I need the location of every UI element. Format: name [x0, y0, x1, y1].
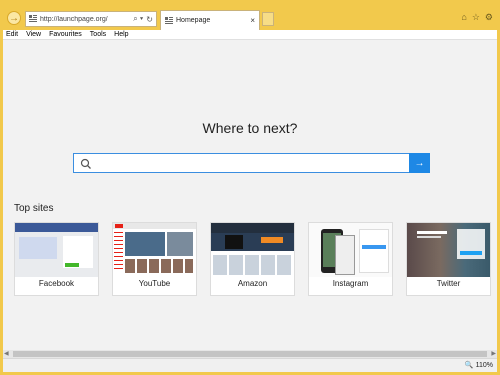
search-box[interactable]: →	[73, 153, 430, 173]
youtube-thumbnail	[113, 223, 196, 277]
search-input[interactable]	[96, 156, 410, 172]
new-tab-button[interactable]	[262, 12, 274, 26]
top-sites-list: Facebook YouTube Amazon Instagram Twitte…	[14, 222, 494, 297]
tab-title: Homepage	[176, 17, 211, 24]
tab-homepage[interactable]: Homepage ×	[160, 10, 260, 30]
scrollbar-thumb[interactable]	[13, 351, 487, 357]
menu-item-favourites[interactable]: Favourites	[49, 31, 82, 38]
toolbar-icons: ⌂ ☆ ⚙	[461, 12, 493, 23]
search-icon	[80, 157, 92, 169]
forward-arrow-icon: →	[9, 12, 19, 24]
facebook-thumbnail	[15, 223, 98, 277]
menu-item-edit[interactable]: Edit	[6, 31, 18, 38]
tile-label: Instagram	[332, 279, 369, 288]
page-heading: Where to next?	[202, 120, 298, 136]
top-site-tile-facebook[interactable]: Facebook	[14, 222, 99, 296]
forward-button[interactable]: →	[7, 11, 21, 25]
refresh-icon[interactable]: ↻	[146, 15, 153, 24]
top-site-tile-youtube[interactable]: YouTube	[112, 222, 197, 296]
address-bar[interactable]: http://launchpage.org/ ⌕ ▾ ↻	[25, 11, 157, 27]
settings-gear-icon[interactable]: ⚙	[485, 12, 493, 23]
page-icon	[29, 15, 37, 23]
twitter-thumbnail	[407, 223, 490, 277]
tile-label: Amazon	[237, 279, 268, 288]
zoom-control[interactable]: 🔍 110%	[464, 361, 493, 370]
search-dropdown-icon[interactable]: ⌕ ▾	[133, 14, 143, 24]
page-content: Where to next? → Top sites Facebook YouT…	[3, 41, 497, 350]
menu-item-tools[interactable]: Tools	[90, 31, 106, 38]
address-url[interactable]: http://launchpage.org/	[40, 16, 133, 23]
scroll-left-icon[interactable]: ◀	[4, 350, 9, 357]
tile-label: YouTube	[138, 279, 171, 288]
top-site-tile-instagram[interactable]: Instagram	[308, 222, 393, 296]
status-bar: 🔍 110%	[3, 358, 497, 372]
menu-item-help[interactable]: Help	[114, 31, 128, 38]
search-go-button[interactable]: →	[409, 153, 430, 173]
amazon-thumbnail	[211, 223, 294, 277]
instagram-thumbnail	[309, 223, 392, 277]
navigation-bar: → http://launchpage.org/ ⌕ ▾ ↻ Homepage …	[3, 8, 497, 30]
home-icon[interactable]: ⌂	[461, 12, 466, 23]
favorites-star-icon[interactable]: ☆	[472, 12, 480, 23]
menu-bar: Edit View Favourites Tools Help	[3, 30, 497, 40]
scroll-right-icon[interactable]: ▶	[491, 350, 496, 357]
zoom-icon: 🔍	[464, 362, 474, 369]
zoom-level: 110%	[475, 361, 493, 369]
window-frame-top	[0, 0, 500, 8]
menu-item-view[interactable]: View	[26, 31, 41, 38]
top-sites-heading: Top sites	[14, 203, 54, 214]
tab-page-icon	[165, 16, 173, 25]
arrow-right-icon: →	[414, 157, 425, 169]
top-site-tile-amazon[interactable]: Amazon	[210, 222, 295, 296]
horizontal-scrollbar[interactable]: ◀ ▶	[3, 350, 497, 358]
tab-close-icon[interactable]: ×	[250, 16, 255, 25]
tile-label: Twitter	[436, 279, 461, 288]
tile-label: Facebook	[38, 279, 75, 288]
top-site-tile-twitter[interactable]: Twitter	[406, 222, 491, 296]
